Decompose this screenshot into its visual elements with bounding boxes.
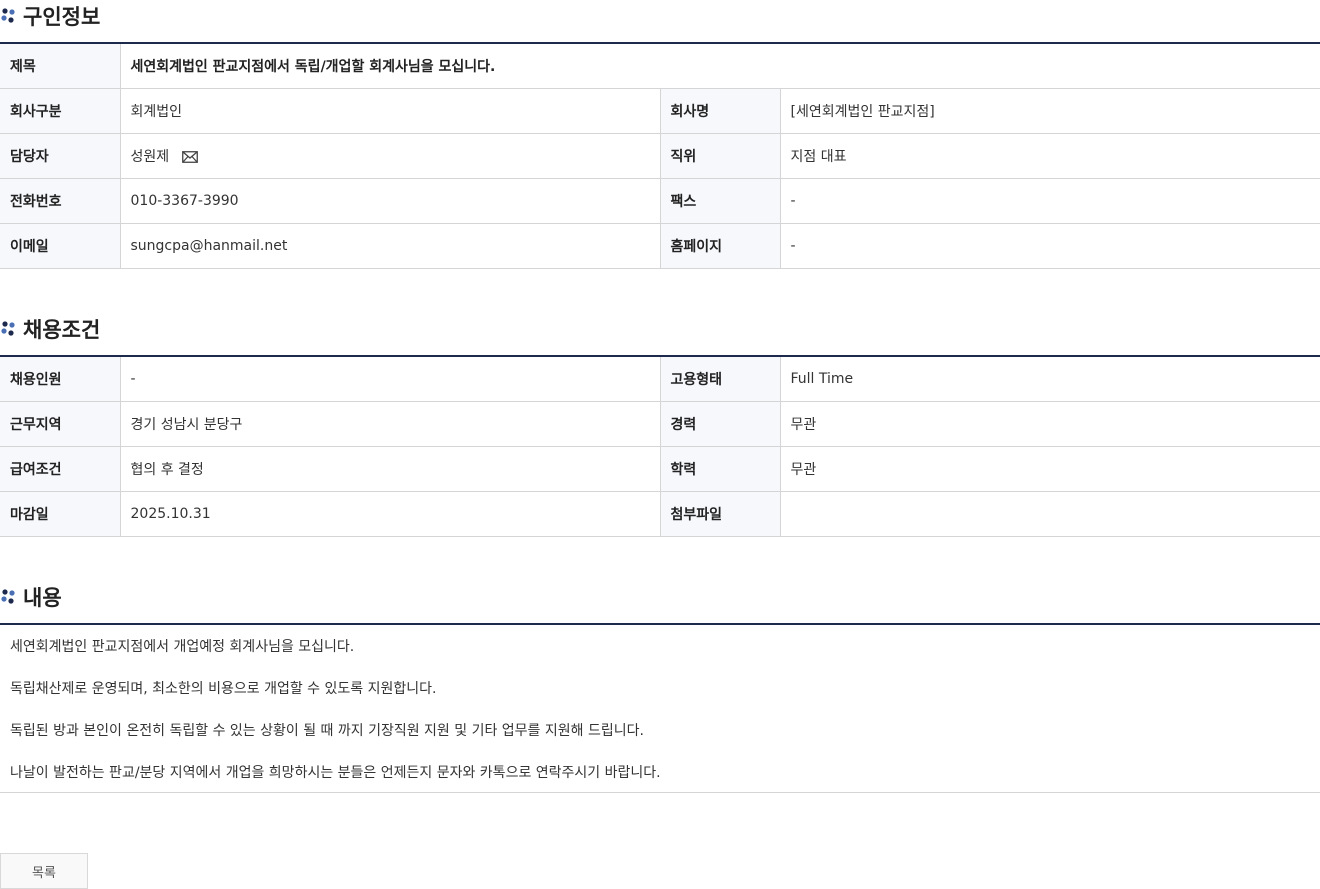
title-text: 세연회계법인 판교지점에서 독립/개업할 회계사님을 모십니다. — [130, 58, 496, 75]
list-button[interactable]: 목록 — [0, 853, 88, 889]
headcount-label: 채용인원 — [0, 356, 121, 402]
position-label: 직위 — [660, 133, 781, 179]
location-label: 근무지역 — [0, 401, 121, 447]
education-label: 학력 — [660, 446, 781, 492]
fax-value: - — [780, 178, 1320, 224]
content-body: 세연회계법인 판교지점에서 개업예정 회계사님을 모십니다. 독립채산제로 운영… — [0, 623, 1320, 793]
dots-icon — [1, 321, 15, 336]
position-value: 지점 대표 — [780, 133, 1320, 179]
salary-label: 급여조건 — [0, 446, 121, 492]
email-value: sungcpa@hanmail.net — [120, 223, 661, 269]
recruiter-info-table: 제목 세연회계법인 판교지점에서 독립/개업할 회계사님을 모십니다. 회사구분… — [0, 42, 1320, 269]
table-row: 이메일 sungcpa@hanmail.net 홈페이지 - — [0, 223, 1320, 269]
contact-label: 담당자 — [0, 133, 121, 179]
table-row: 채용인원 - 고용형태 Full Time — [0, 356, 1320, 402]
dots-icon — [1, 8, 15, 23]
section-title-text: 구인정보 — [23, 5, 101, 29]
table-row: 전화번호 010-3367-3990 팩스 - — [0, 178, 1320, 224]
content-paragraph: 나날이 발전하는 판교/분당 지역에서 개업을 희망하시는 분들은 언제든지 문… — [10, 765, 661, 781]
section-title-text: 내용 — [23, 586, 62, 610]
phone-label: 전화번호 — [0, 178, 121, 224]
email-label: 이메일 — [0, 223, 121, 269]
section-title-recruiter-info: 구인정보 — [0, 0, 100, 32]
employment-type-label: 고용형태 — [660, 356, 781, 402]
table-row: 제목 세연회계법인 판교지점에서 독립/개업할 회계사님을 모십니다. — [0, 43, 1320, 89]
conditions-table: 채용인원 - 고용형태 Full Time 근무지역 경기 성남시 분당구 경력… — [0, 355, 1320, 537]
title-value: 세연회계법인 판교지점에서 독립/개업할 회계사님을 모십니다. — [120, 43, 1320, 89]
experience-value: 무관 — [780, 401, 1320, 447]
deadline-label: 마감일 — [0, 491, 121, 537]
dots-icon — [1, 589, 15, 604]
headcount-value: - — [120, 356, 661, 402]
table-row: 담당자 성원제 직위 지점 대표 — [0, 133, 1320, 179]
contact-name: 성원제 — [130, 148, 170, 165]
content-paragraph: 세연회계법인 판교지점에서 개업예정 회계사님을 모십니다. — [10, 639, 355, 655]
section-title-conditions: 채용조건 — [0, 313, 100, 345]
table-row: 회사구분 회계법인 회사명 [세연회계법인 판교지점] — [0, 88, 1320, 134]
attachment-label: 첨부파일 — [660, 491, 781, 537]
company-name-label: 회사명 — [660, 88, 781, 134]
phone-value: 010-3367-3990 — [120, 178, 661, 224]
mail-icon[interactable] — [181, 150, 198, 163]
company-type-value: 회계법인 — [120, 88, 661, 134]
title-label: 제목 — [0, 43, 121, 89]
section-title-content: 내용 — [0, 581, 62, 613]
contact-value-cell: 성원제 — [120, 133, 661, 179]
content-paragraph: 독립된 방과 본인이 온전히 독립할 수 있는 상황이 될 때 까지 기장직원 … — [10, 723, 644, 739]
homepage-value: - — [780, 223, 1320, 269]
table-row: 급여조건 협의 후 결정 학력 무관 — [0, 446, 1320, 492]
education-value: 무관 — [780, 446, 1320, 492]
homepage-label: 홈페이지 — [660, 223, 781, 269]
table-row: 마감일 2025.10.31 첨부파일 — [0, 491, 1320, 537]
table-row: 근무지역 경기 성남시 분당구 경력 무관 — [0, 401, 1320, 447]
experience-label: 경력 — [660, 401, 781, 447]
content-paragraph: 독립채산제로 운영되며, 최소한의 비용으로 개업할 수 있도록 지원합니다. — [10, 681, 437, 697]
company-name-value: [세연회계법인 판교지점] — [780, 88, 1320, 134]
fax-label: 팩스 — [660, 178, 781, 224]
attachment-value — [780, 491, 1320, 537]
location-value: 경기 성남시 분당구 — [120, 401, 661, 447]
deadline-value: 2025.10.31 — [120, 491, 661, 537]
salary-value: 협의 후 결정 — [120, 446, 661, 492]
company-type-label: 회사구분 — [0, 88, 121, 134]
section-title-text: 채용조건 — [23, 318, 101, 342]
employment-type-value: Full Time — [780, 356, 1320, 402]
